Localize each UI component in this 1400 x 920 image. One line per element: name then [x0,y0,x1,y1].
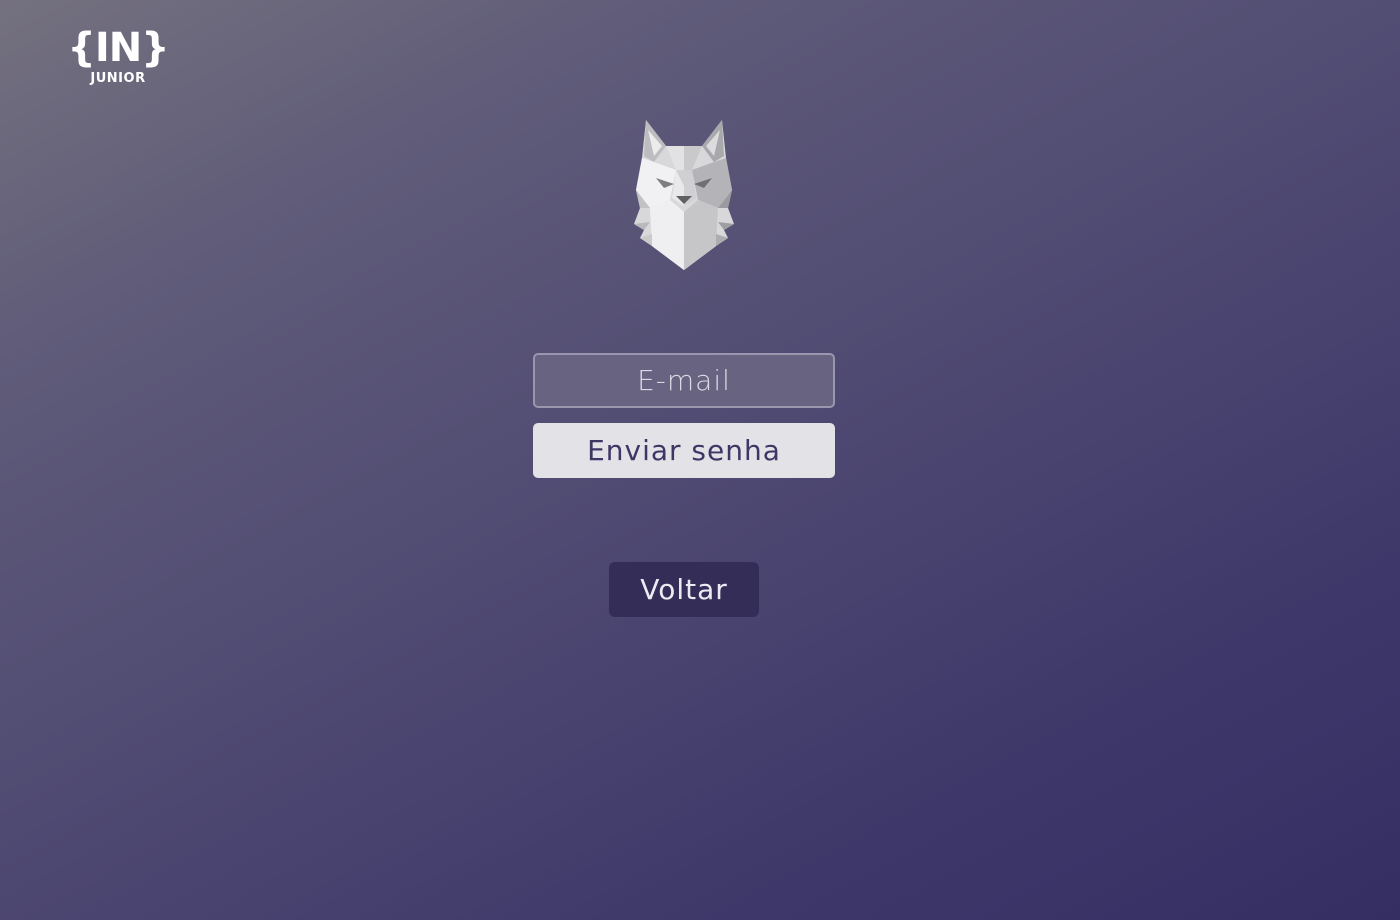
brand-subtitle: JUNIOR [90,71,146,86]
back-button[interactable]: Voltar [609,562,759,617]
send-password-button[interactable]: Enviar senha [533,423,835,478]
brand-mark: {IN} [67,25,169,71]
wolf-head-icon [634,120,734,270]
email-field[interactable] [533,353,835,408]
injunior-logo: {IN} JUNIOR [66,24,170,90]
password-reset-form: Enviar senha [533,353,835,478]
